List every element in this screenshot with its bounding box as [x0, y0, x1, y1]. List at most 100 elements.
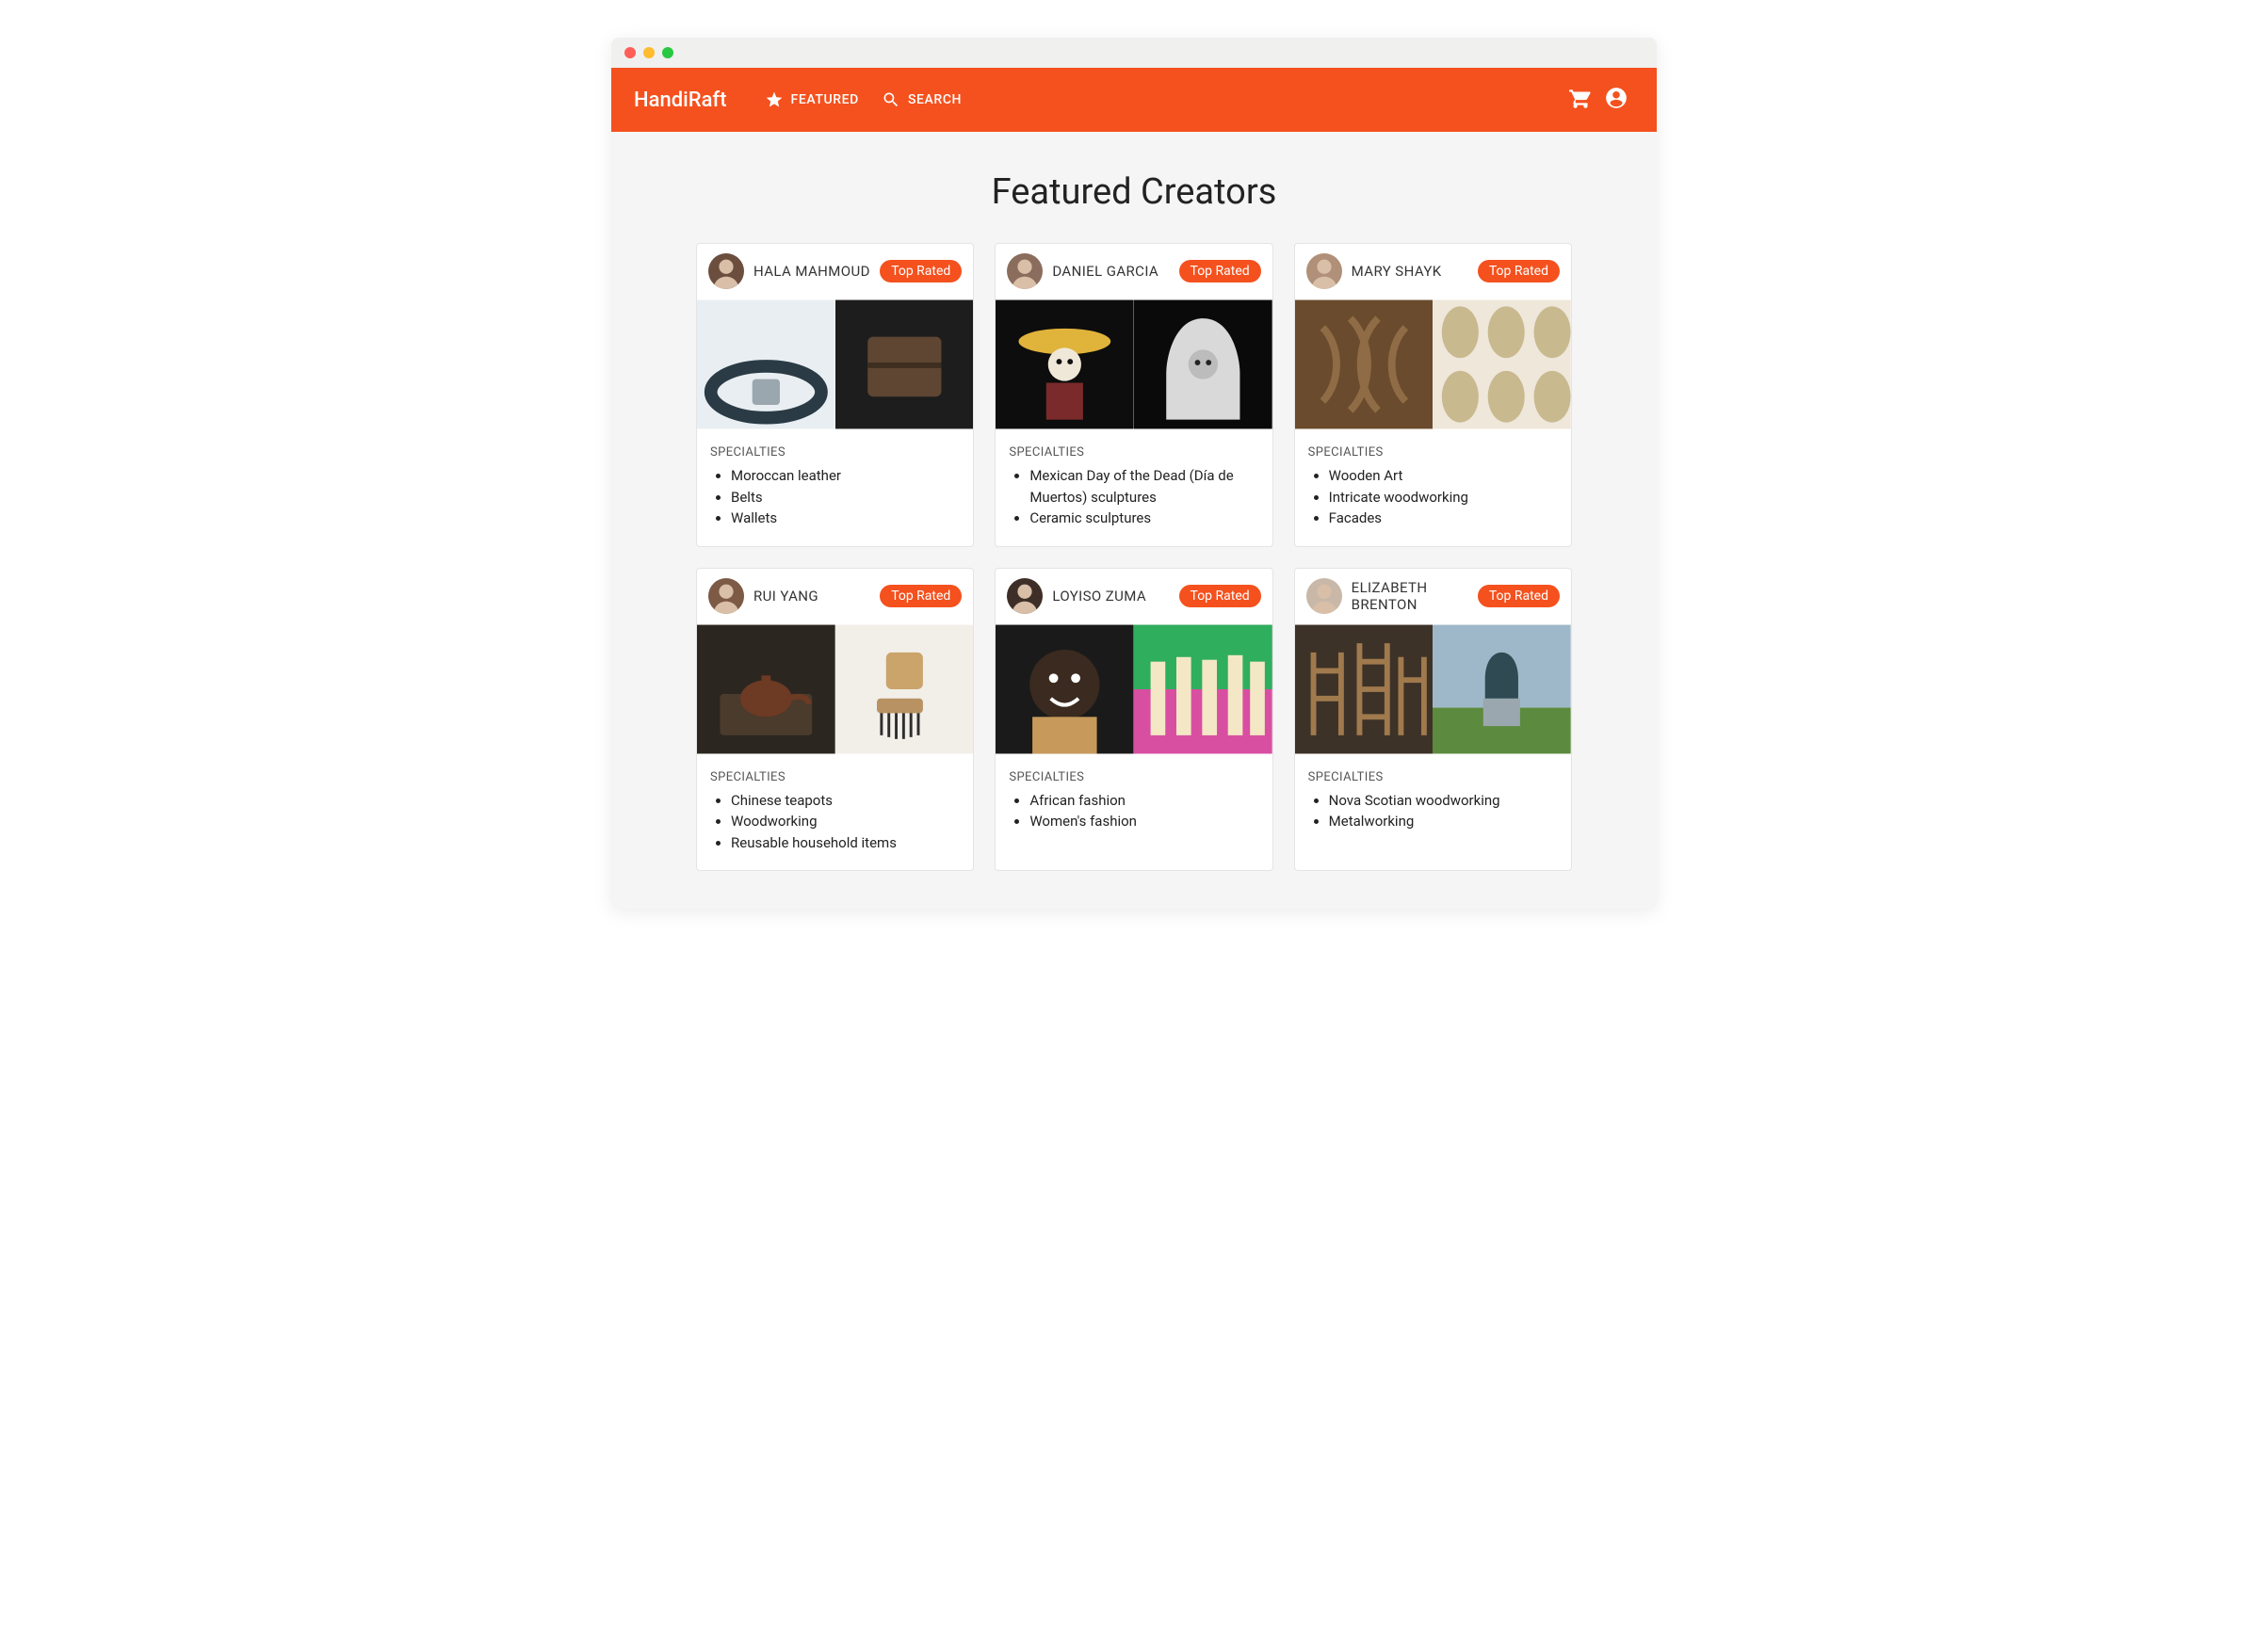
- app-header: HandiRaft Featured Search: [611, 68, 1657, 132]
- specialty-item: Reusable household items: [731, 832, 960, 854]
- account-icon: [1604, 86, 1628, 114]
- creator-avatar[interactable]: [1306, 578, 1342, 614]
- creator-thumbnails: [996, 298, 1272, 430]
- top-rated-badge: Top Rated: [1478, 585, 1560, 607]
- product-thumbnail[interactable]: [835, 623, 974, 755]
- creator-card-body: Specialties Mexican Day of the Dead (Día …: [996, 430, 1272, 546]
- product-thumbnail[interactable]: [1433, 623, 1571, 755]
- product-thumbnail[interactable]: [697, 623, 835, 755]
- creator-thumbnails: [1295, 623, 1571, 755]
- window-close-icon[interactable]: [624, 47, 636, 58]
- specialty-item: Metalworking: [1329, 811, 1558, 832]
- specialty-item: Nova Scotian woodworking: [1329, 790, 1558, 812]
- creator-card-header: Daniel Garcia Top Rated: [996, 244, 1272, 298]
- creator-card[interactable]: Loyiso Zuma Top Rated Specialties African f…: [995, 568, 1272, 872]
- specialties-label: Specialties: [710, 770, 960, 784]
- brand-logo[interactable]: HandiRaft: [634, 89, 727, 112]
- specialties-list: Chinese teapotsWoodworkingReusable house…: [710, 790, 960, 854]
- creator-card-header: Elizabeth Brenton Top Rated: [1295, 569, 1571, 623]
- creator-card-body: Specialties Chinese teapotsWoodworkingReu…: [697, 755, 973, 871]
- page-title: Featured Creators: [696, 171, 1572, 213]
- page-content: Featured Creators Hala Mahmoud Top Rated S…: [611, 132, 1657, 909]
- creator-name: Rui Yang: [753, 588, 870, 605]
- creator-card[interactable]: Rui Yang Top Rated Specialties Chinese teap…: [696, 568, 974, 872]
- top-rated-badge: Top Rated: [1478, 260, 1560, 282]
- creator-thumbnails: [996, 623, 1272, 755]
- specialties-list: Wooden ArtIntricate woodworkingFacades: [1308, 465, 1558, 529]
- product-thumbnail[interactable]: [1295, 623, 1434, 755]
- specialty-item: Woodworking: [731, 811, 960, 832]
- creator-card-header: Hala Mahmoud Top Rated: [697, 244, 973, 298]
- creator-name: Hala Mahmoud: [753, 263, 870, 280]
- specialties-list: African fashionWomen's fashion: [1009, 790, 1258, 832]
- nav-search-label: Search: [908, 92, 962, 107]
- creator-card[interactable]: Elizabeth Brenton Top Rated Specialties Nov…: [1294, 568, 1572, 872]
- creator-card[interactable]: Mary Shayk Top Rated Specialties Wooden Art…: [1294, 243, 1572, 547]
- product-thumbnail[interactable]: [697, 298, 835, 430]
- top-rated-badge: Top Rated: [880, 260, 962, 282]
- creator-card-header: Loyiso Zuma Top Rated: [996, 569, 1272, 623]
- creator-avatar[interactable]: [1306, 253, 1342, 289]
- specialty-item: Chinese teapots: [731, 790, 960, 812]
- window-titlebar: [611, 38, 1657, 68]
- specialties-label: Specialties: [1009, 445, 1258, 460]
- specialties-label: Specialties: [1308, 445, 1558, 460]
- product-thumbnail[interactable]: [835, 298, 974, 430]
- browser-window: HandiRaft Featured Search Featured C: [611, 38, 1657, 909]
- specialty-item: Moroccan leather: [731, 465, 960, 487]
- product-thumbnail[interactable]: [1433, 298, 1571, 430]
- specialties-label: Specialties: [710, 445, 960, 460]
- specialty-item: Facades: [1329, 508, 1558, 529]
- specialty-item: Wooden Art: [1329, 465, 1558, 487]
- creator-grid: Hala Mahmoud Top Rated Specialties Moroccan…: [696, 243, 1572, 871]
- nav-featured[interactable]: Featured: [753, 83, 870, 117]
- creator-avatar[interactable]: [708, 253, 744, 289]
- cart-button[interactable]: [1563, 80, 1598, 120]
- specialties-list: Mexican Day of the Dead (Día de Muertos)…: [1009, 465, 1258, 529]
- product-thumbnail[interactable]: [996, 298, 1134, 430]
- top-rated-badge: Top Rated: [1179, 585, 1261, 607]
- nav-search[interactable]: Search: [870, 83, 973, 117]
- window-maximize-icon[interactable]: [662, 47, 673, 58]
- creator-name: Mary Shayk: [1352, 263, 1468, 280]
- creator-card[interactable]: Daniel Garcia Top Rated Specialties Mexican…: [995, 243, 1272, 547]
- account-button[interactable]: [1598, 80, 1634, 120]
- product-thumbnail[interactable]: [1134, 623, 1272, 755]
- specialty-item: Women's fashion: [1029, 811, 1258, 832]
- specialty-item: Intricate woodworking: [1329, 487, 1558, 508]
- specialties-list: Nova Scotian woodworkingMetalworking: [1308, 790, 1558, 832]
- creator-thumbnails: [697, 298, 973, 430]
- product-thumbnail[interactable]: [1134, 298, 1272, 430]
- product-thumbnail[interactable]: [1295, 298, 1434, 430]
- creator-card-body: Specialties African fashionWomen's fashio…: [996, 755, 1272, 849]
- top-rated-badge: Top Rated: [880, 585, 962, 607]
- specialty-item: Wallets: [731, 508, 960, 529]
- specialties-label: Specialties: [1308, 770, 1558, 784]
- creator-card-body: Specialties Moroccan leatherBeltsWallets: [697, 430, 973, 546]
- cart-icon: [1568, 86, 1593, 114]
- creator-name: Loyiso Zuma: [1052, 588, 1169, 605]
- creator-card-header: Rui Yang Top Rated: [697, 569, 973, 623]
- creator-avatar[interactable]: [1007, 578, 1043, 614]
- creator-avatar[interactable]: [708, 578, 744, 614]
- creator-card-body: Specialties Wooden ArtIntricate woodworki…: [1295, 430, 1571, 546]
- creator-avatar[interactable]: [1007, 253, 1043, 289]
- specialty-item: Belts: [731, 487, 960, 508]
- specialty-item: African fashion: [1029, 790, 1258, 812]
- product-thumbnail[interactable]: [996, 623, 1134, 755]
- creator-card[interactable]: Hala Mahmoud Top Rated Specialties Moroccan…: [696, 243, 974, 547]
- star-icon: [765, 90, 784, 109]
- window-minimize-icon[interactable]: [643, 47, 655, 58]
- specialty-item: Mexican Day of the Dead (Día de Muertos)…: [1029, 465, 1258, 508]
- creator-card-header: Mary Shayk Top Rated: [1295, 244, 1571, 298]
- nav-featured-label: Featured: [791, 92, 859, 107]
- specialties-label: Specialties: [1009, 770, 1258, 784]
- creator-name: Daniel Garcia: [1052, 263, 1169, 280]
- search-icon: [882, 90, 900, 109]
- creator-card-body: Specialties Nova Scotian woodworkingMetal…: [1295, 755, 1571, 849]
- creator-thumbnails: [1295, 298, 1571, 430]
- top-rated-badge: Top Rated: [1179, 260, 1261, 282]
- creator-thumbnails: [697, 623, 973, 755]
- creator-name: Elizabeth Brenton: [1352, 579, 1468, 613]
- specialty-item: Ceramic sculptures: [1029, 508, 1258, 529]
